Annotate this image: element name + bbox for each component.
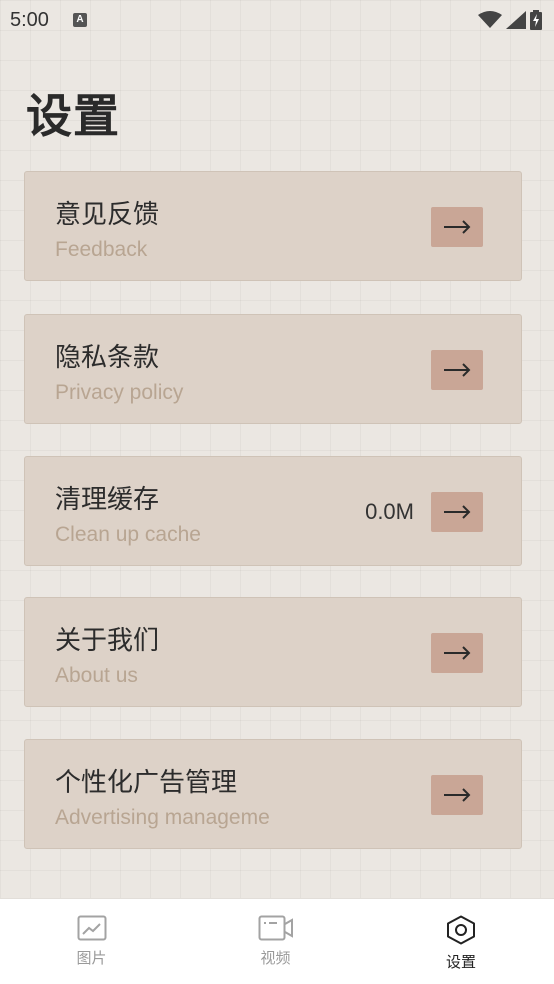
card-title: 隐私条款 <box>55 343 160 373</box>
status-time: 5:00 <box>10 8 49 31</box>
nav-item-settings[interactable]: 设置 <box>368 899 554 984</box>
wifi-icon <box>478 11 502 28</box>
arrow-right-icon <box>444 220 471 234</box>
card-subtitle: Privacy policy <box>55 381 184 404</box>
arrow-right-icon <box>444 646 471 660</box>
arrow-right-icon <box>444 505 471 519</box>
card-subtitle: Advertising manageme <box>55 806 270 829</box>
nav-label-videos: 视频 <box>260 949 291 967</box>
image-icon <box>77 915 106 941</box>
about-us-card[interactable]: 关于我们 About us <box>24 597 522 707</box>
card-subtitle: Clean up cache <box>55 523 201 546</box>
privacy-policy-arrow-button[interactable] <box>431 350 483 390</box>
clean-cache-arrow-button[interactable] <box>431 492 483 532</box>
status-icons <box>478 10 542 30</box>
nav-item-videos[interactable]: 视频 <box>183 899 368 984</box>
cache-size-value: 0.0M <box>365 499 414 524</box>
nav-label-settings: 设置 <box>445 953 476 971</box>
arrow-right-icon <box>444 788 471 802</box>
settings-icon <box>447 915 475 945</box>
clean-cache-card[interactable]: 清理缓存 Clean up cache 0.0M <box>24 456 522 566</box>
card-subtitle: About us <box>55 664 138 687</box>
notification-icon: A <box>72 13 87 27</box>
privacy-policy-card[interactable]: 隐私条款 Privacy policy <box>24 314 522 424</box>
signal-icon <box>506 11 526 29</box>
card-title: 意见反馈 <box>55 200 160 230</box>
bottom-nav: 图片 视频 设置 <box>0 898 554 984</box>
nav-label-images: 图片 <box>76 949 107 967</box>
video-icon <box>258 915 293 941</box>
card-title: 清理缓存 <box>55 485 160 515</box>
card-subtitle: Feedback <box>55 238 148 261</box>
nav-item-images[interactable]: 图片 <box>0 899 183 984</box>
about-us-arrow-button[interactable] <box>431 633 483 673</box>
card-title: 关于我们 <box>55 626 160 656</box>
ad-management-arrow-button[interactable] <box>431 775 483 815</box>
feedback-arrow-button[interactable] <box>431 207 483 247</box>
feedback-card[interactable]: 意见反馈 Feedback <box>24 171 522 281</box>
arrow-right-icon <box>444 363 471 377</box>
card-title: 个性化广告管理 <box>55 768 238 798</box>
battery-icon <box>530 10 542 30</box>
ad-management-card[interactable]: 个性化广告管理 Advertising manageme <box>24 739 522 849</box>
status-bar: 5:00 A <box>0 0 554 40</box>
page-title: 设置 <box>26 89 120 143</box>
